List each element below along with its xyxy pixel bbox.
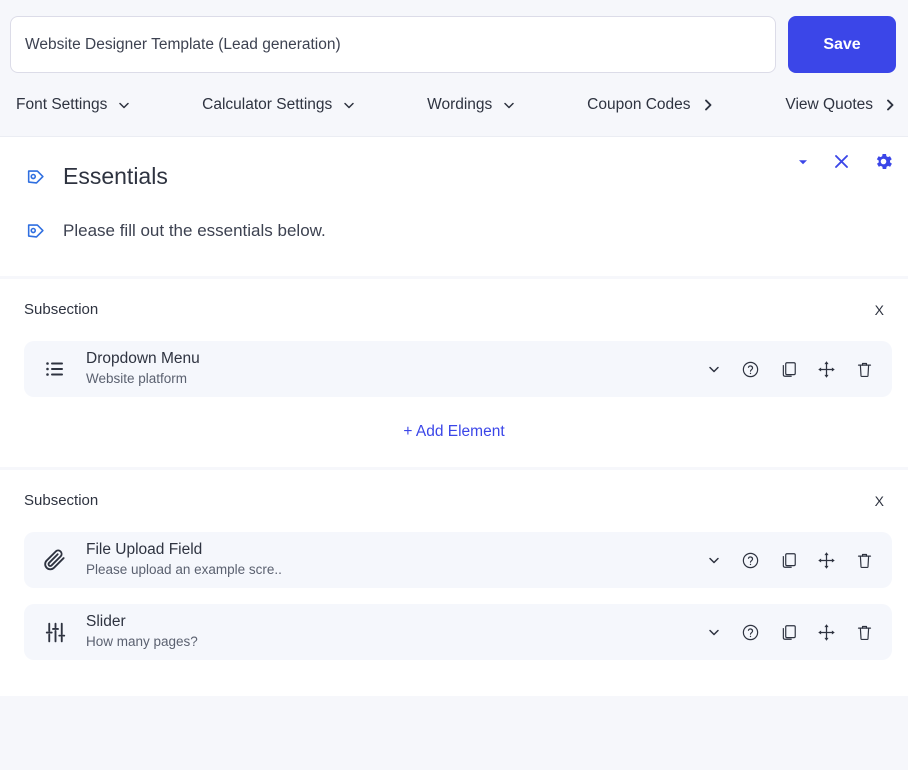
template-name-input[interactable] (10, 16, 776, 73)
copy-icon[interactable] (779, 623, 798, 642)
subsection: Subsection X Dropdown Menu Website platform… (0, 279, 908, 467)
subsection-label: Subsection (24, 301, 99, 318)
essentials-description-row: Please fill out the essentials below. (0, 220, 908, 242)
nav-item-label: Coupon Codes (587, 95, 691, 113)
element-title: Dropdown Menu (86, 350, 200, 368)
element-subtitle: Please upload an example scre.. (86, 561, 282, 577)
element-text: Dropdown Menu Website platform (86, 349, 706, 388)
chevron-down-icon (341, 97, 357, 113)
element-actions (706, 360, 874, 379)
subsection: Subsection X File Upload Field Please uploa… (0, 470, 908, 696)
nav-item-font-settings[interactable]: Font Settings (14, 92, 134, 118)
nav-item-label: View Quotes (785, 95, 874, 113)
element-row[interactable]: File Upload Field Please upload an exampl… (24, 532, 892, 588)
help-circle-icon[interactable] (741, 623, 760, 642)
copy-icon[interactable] (779, 551, 798, 570)
element-title: File Upload Field (86, 541, 203, 559)
paperclip-icon (24, 547, 86, 573)
element-text: File Upload Field Please upload an exampl… (86, 540, 706, 579)
pen-edit-icon (25, 166, 47, 188)
essentials-section: Essentials Please fill out the essential… (0, 137, 908, 276)
element-title: Slider (86, 613, 126, 631)
nav-item-label: Wordings (427, 95, 493, 113)
sliders-icon (24, 620, 86, 645)
subsection-close-button[interactable]: X (871, 301, 888, 319)
move-icon[interactable] (817, 360, 836, 379)
chevron-down-icon[interactable] (706, 361, 722, 377)
nav-item-calculator-settings[interactable]: Calculator Settings (200, 92, 359, 118)
copy-icon[interactable] (779, 360, 798, 379)
trash-icon[interactable] (855, 551, 874, 570)
chevron-right-icon (700, 97, 716, 113)
save-button[interactable]: Save (788, 16, 896, 73)
chevron-down-icon (116, 97, 132, 113)
chevron-down-icon (501, 97, 517, 113)
list-icon (24, 357, 86, 381)
essentials-title-row: Essentials (0, 163, 908, 190)
move-icon[interactable] (817, 623, 836, 642)
top-bar: Save (0, 0, 908, 73)
close-icon[interactable] (832, 152, 851, 171)
element-subtitle: Website platform (86, 370, 188, 386)
subsection-card: Subsection X File Upload Field Please uploa… (0, 470, 908, 696)
element-actions (706, 551, 874, 570)
move-icon[interactable] (817, 551, 836, 570)
element-actions (706, 623, 874, 642)
essentials-actions (796, 151, 894, 172)
chevron-down-icon[interactable] (706, 624, 722, 640)
help-circle-icon[interactable] (741, 360, 760, 379)
chevron-down-icon[interactable] (706, 552, 722, 568)
subsection-close-button[interactable]: X (871, 492, 888, 510)
nav-item-view-quotes[interactable]: View Quotes (783, 92, 900, 118)
element-row[interactable]: Slider How many pages? (24, 604, 892, 660)
page-title: Essentials (63, 163, 168, 189)
trash-icon[interactable] (855, 623, 874, 642)
essentials-card: Essentials Please fill out the essential… (0, 136, 908, 276)
nav-item-coupon-codes[interactable]: Coupon Codes (585, 92, 717, 118)
element-subtitle: How many pages? (86, 633, 198, 649)
subsection-label: Subsection (24, 492, 99, 509)
element-text: Slider How many pages? (86, 612, 706, 651)
element-list: Dropdown Menu Website platform (0, 319, 908, 397)
pen-edit-icon (25, 220, 47, 242)
nav-item-label: Font Settings (16, 95, 108, 113)
chevron-right-icon (882, 97, 898, 113)
subsection-header: Subsection X (0, 301, 908, 319)
settings-nav-bar: Font Settings Calculator Settings Wordings… (0, 73, 908, 136)
element-row[interactable]: Dropdown Menu Website platform (24, 341, 892, 397)
caret-down-icon[interactable] (796, 155, 810, 169)
trash-icon[interactable] (855, 360, 874, 379)
element-list: File Upload Field Please upload an exampl… (0, 510, 908, 660)
subsections-host: Subsection X Dropdown Menu Website platform… (0, 276, 908, 696)
subsection-header: Subsection X (0, 492, 908, 510)
essentials-description: Please fill out the essentials below. (63, 221, 326, 240)
gear-icon[interactable] (873, 151, 894, 172)
add-element-button[interactable]: + Add Element (0, 413, 908, 447)
nav-item-label: Calculator Settings (202, 95, 333, 113)
help-circle-icon[interactable] (741, 551, 760, 570)
subsection-card: Subsection X Dropdown Menu Website platform… (0, 279, 908, 467)
nav-item-wordings[interactable]: Wordings (425, 92, 519, 118)
